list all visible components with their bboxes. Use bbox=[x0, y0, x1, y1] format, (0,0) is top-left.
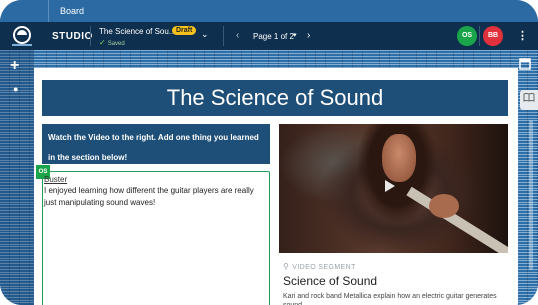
video-segment-label: ⚲ VIDEO SEGMENT bbox=[283, 262, 356, 271]
header-divider bbox=[90, 26, 91, 46]
studio-header: STUDIO The Science of Sou... Draft ✓ Save… bbox=[0, 22, 538, 50]
caret-down-icon[interactable]: ▾ bbox=[293, 31, 297, 39]
video-segment-text: VIDEO SEGMENT bbox=[292, 264, 356, 271]
page-title: The Science of Sound bbox=[42, 80, 508, 116]
chevron-down-icon[interactable]: ⌄ bbox=[201, 29, 209, 40]
book-icon[interactable] bbox=[520, 90, 538, 110]
page-indicator[interactable]: Page 1 of 2 bbox=[253, 32, 294, 41]
document-title[interactable]: The Science of Sou... bbox=[99, 27, 176, 36]
scrollbar[interactable] bbox=[529, 120, 533, 270]
pin-icon: ⚲ bbox=[283, 262, 290, 271]
header-divider bbox=[223, 26, 224, 46]
response-author[interactable]: Buster bbox=[44, 175, 67, 184]
expand-icon[interactable] bbox=[519, 58, 533, 72]
saved-status: ✓ Saved bbox=[99, 38, 125, 47]
instructions-block: Watch the Video to the right. Add one th… bbox=[42, 124, 270, 164]
response-text[interactable]: I enjoyed learning how different the gui… bbox=[44, 185, 266, 209]
next-page-button[interactable]: › bbox=[307, 30, 310, 41]
app-frame: Board STUDIO The Science of Sou... Draft… bbox=[0, 0, 538, 305]
palette-icon[interactable]: ● bbox=[13, 84, 18, 94]
studio-label: STUDIO bbox=[52, 31, 93, 42]
avatar-bb[interactable]: BB bbox=[483, 26, 503, 46]
breadcrumb-divider bbox=[48, 0, 49, 22]
draft-badge: Draft bbox=[172, 26, 197, 35]
logo-icon bbox=[12, 26, 32, 46]
video-thumbnail-hand bbox=[429, 194, 459, 218]
previous-page-button[interactable]: ‹ bbox=[236, 30, 239, 41]
breadcrumb-board-link[interactable]: Board bbox=[60, 6, 84, 16]
video-thumbnail-face bbox=[382, 134, 416, 182]
saved-label: Saved bbox=[107, 41, 125, 47]
header-divider bbox=[479, 26, 480, 46]
avatar-os[interactable]: OS bbox=[457, 26, 477, 46]
plus-icon[interactable]: + bbox=[10, 57, 19, 75]
video-title: Science of Sound bbox=[283, 274, 378, 288]
breadcrumb-bar: Board bbox=[0, 0, 538, 22]
app-logo[interactable] bbox=[6, 25, 38, 47]
video-description: Kari and rock band Metallica explain how… bbox=[283, 293, 497, 305]
check-icon: ✓ bbox=[99, 38, 106, 47]
play-icon[interactable] bbox=[385, 180, 395, 192]
more-vertical-icon[interactable]: ⋮ bbox=[517, 29, 528, 42]
